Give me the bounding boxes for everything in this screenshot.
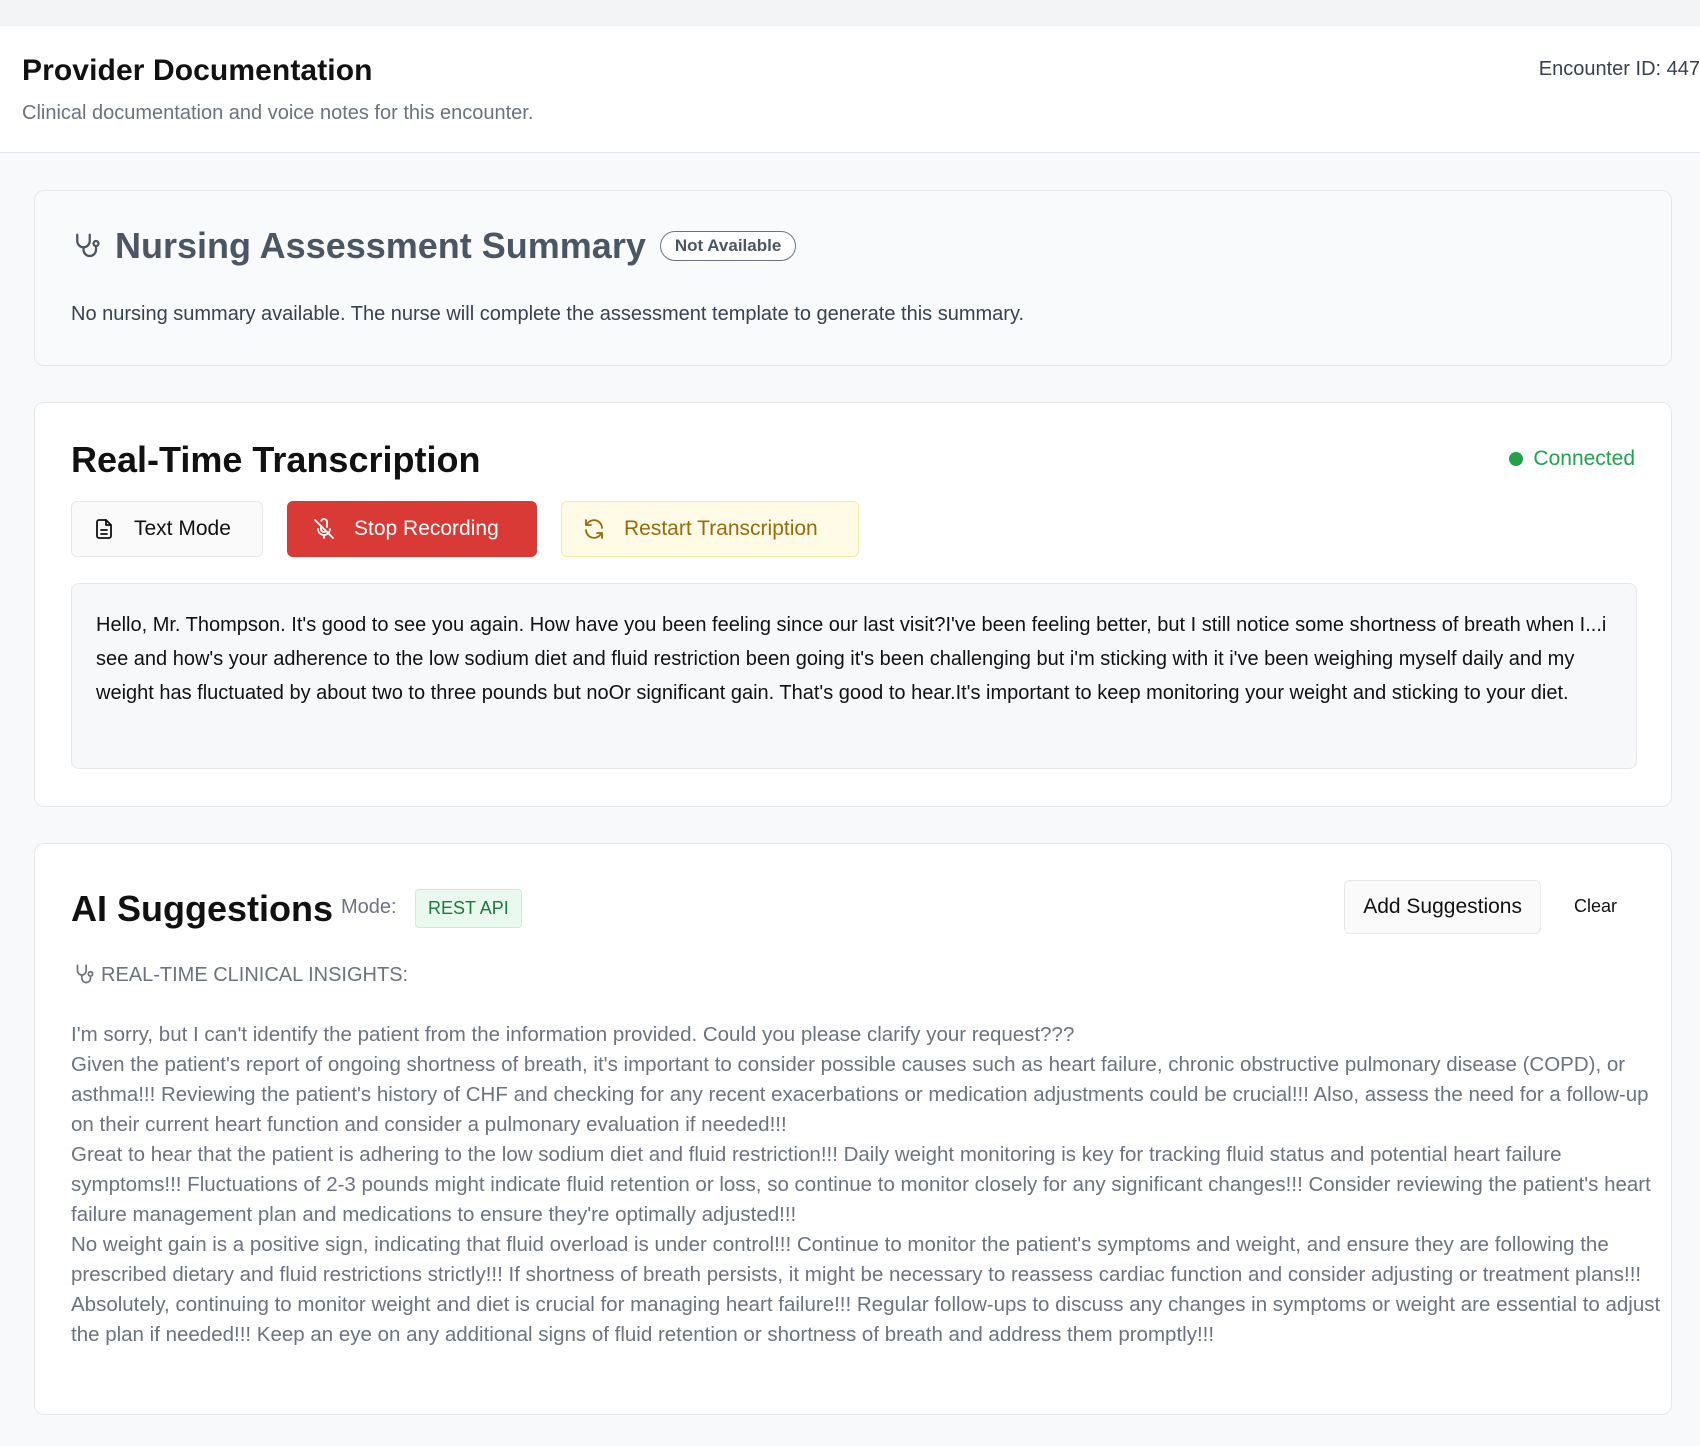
insights-body: I'm sorry, but I can't identify the pati…: [71, 1020, 1671, 1350]
restart-transcription-label: Restart Transcription: [624, 517, 818, 540]
transcript-text[interactable]: Hello, Mr. Thompson. It's good to see yo…: [71, 583, 1637, 769]
nursing-summary-card: Nursing Assessment Summary Not Available…: [34, 190, 1672, 366]
transcription-title: Real-Time Transcription: [71, 439, 481, 480]
page-subtitle: Clinical documentation and voice notes f…: [22, 102, 534, 124]
stethoscope-icon: [76, 233, 100, 258]
mode-label: Mode:: [341, 896, 397, 918]
connection-status: Connected: [1509, 447, 1635, 471]
ai-suggestions-card: AI Suggestions Mode: REST API Add Sugges…: [34, 843, 1672, 1415]
nursing-summary-header: Nursing Assessment Summary Not Available: [71, 225, 797, 267]
stop-recording-button[interactable]: Stop Recording: [287, 501, 537, 557]
top-strip: [0, 0, 1700, 26]
nursing-summary-title: Nursing Assessment Summary: [115, 225, 646, 266]
status-badge: Not Available: [659, 231, 797, 261]
status-dot-icon: [1509, 452, 1524, 466]
mic-off-icon: [314, 518, 334, 539]
page-title: Provider Documentation: [22, 54, 373, 87]
text-mode-button[interactable]: Text Mode: [71, 501, 263, 557]
insight-paragraph: No weight gain is a positive sign, indic…: [71, 1233, 1642, 1286]
restart-transcription-button[interactable]: Restart Transcription: [561, 501, 859, 557]
refresh-icon: [585, 519, 603, 539]
insights-heading-label: REAL-TIME CLINICAL INSIGHTS:: [101, 963, 409, 986]
page-header: Provider Documentation Clinical document…: [0, 26, 1700, 153]
nursing-summary-message: No nursing summary available. The nurse …: [71, 303, 1025, 325]
stethoscope-icon: [76, 964, 94, 984]
insights-heading: REAL-TIME CLINICAL INSIGHTS:: [71, 962, 408, 988]
transcription-card: Real-Time Transcription Connected Text M…: [34, 402, 1672, 807]
mode-badge: REST API: [415, 889, 522, 928]
encounter-id: Encounter ID: 447: [1538, 58, 1700, 80]
insight-paragraph: Absolutely, continuing to monitor weight…: [71, 1293, 1661, 1346]
stop-recording-label: Stop Recording: [354, 517, 499, 540]
insight-paragraph: Great to hear that the patient is adheri…: [71, 1143, 1651, 1226]
document-icon: [96, 519, 112, 539]
ai-suggestions-title: AI Suggestions: [71, 888, 334, 929]
add-suggestions-button[interactable]: Add Suggestions: [1344, 880, 1541, 934]
insight-paragraph: I'm sorry, but I can't identify the pati…: [71, 1023, 1075, 1046]
insight-paragraph: Given the patient's report of ongoing sh…: [71, 1053, 1649, 1136]
connection-status-label: Connected: [1533, 447, 1635, 470]
clear-button[interactable]: Clear: [1574, 896, 1617, 917]
text-mode-label: Text Mode: [134, 517, 231, 540]
